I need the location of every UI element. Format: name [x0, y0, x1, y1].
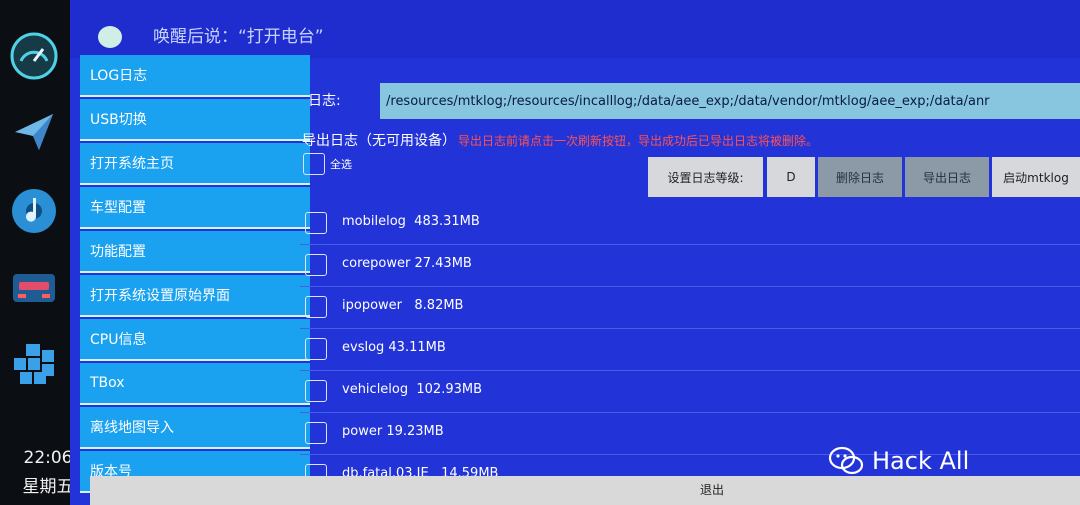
sidebar-item-offline-map[interactable]: 离线地图导入	[80, 407, 310, 449]
export-warning: 导出日志前请点击一次刷新按钮，导出成功后已导出日志将被删除。	[458, 134, 819, 148]
select-all-label: 全选	[330, 158, 352, 171]
log-item-label: power 19.23MB	[342, 424, 444, 439]
log-checkbox[interactable]	[305, 422, 327, 444]
sidebar-item-vehicle-config[interactable]: 车型配置	[80, 187, 310, 229]
log-item-label: mobilelog 483.31MB	[342, 214, 480, 229]
list-item[interactable]: evslog 43.11MB	[300, 328, 1080, 371]
log-checkbox[interactable]	[305, 380, 327, 402]
log-checkbox[interactable]	[305, 212, 327, 234]
log-checkbox[interactable]	[305, 254, 327, 276]
sidebar-item-home[interactable]: 打开系统主页	[80, 143, 310, 185]
start-mtklog-button[interactable]: 启动mtklog	[992, 157, 1080, 197]
log-path-field[interactable]: /resources/mtklog;/resources/incalllog;/…	[380, 83, 1080, 119]
log-item-label: evslog 43.11MB	[342, 340, 446, 355]
speedometer-icon[interactable]	[8, 30, 60, 82]
exit-button[interactable]: 退出	[700, 481, 724, 498]
car-icon[interactable]	[8, 262, 60, 314]
voice-assistant-icon[interactable]	[98, 26, 122, 48]
apps-icon[interactable]	[8, 338, 60, 390]
system-dock: 22:06 星期五	[0, 0, 74, 505]
list-item[interactable]: ipopower 8.82MB	[300, 286, 1080, 329]
brand-watermark: Hack All	[828, 446, 969, 476]
log-panel: 日志: /resources/mtklog;/resources/incalll…	[300, 60, 1080, 505]
list-item[interactable]: corepower 27.43MB	[300, 244, 1080, 287]
brand-name: Hack All	[872, 447, 970, 475]
list-item[interactable]: vehiclelog 102.93MB	[300, 370, 1080, 413]
app-screen: 唤醒后说：“打开电台” LOG日志 USB切换 打开系统主页 车型配置 功能配置…	[70, 0, 1080, 505]
exit-bar[interactable]: 退出	[90, 476, 1080, 505]
select-all-checkbox[interactable]	[303, 153, 325, 175]
top-bar: 唤醒后说：“打开电台”	[70, 0, 1080, 58]
voice-hint: 唤醒后说：“打开电台”	[153, 27, 324, 47]
sidebar-item-log[interactable]: LOG日志	[80, 55, 310, 97]
log-label: 日志:	[308, 93, 341, 109]
sidebar-item-usb[interactable]: USB切换	[80, 99, 310, 141]
delete-log-button[interactable]: 删除日志	[818, 157, 902, 197]
wechat-icon	[828, 446, 864, 475]
sidebar-item-cpu[interactable]: CPU信息	[80, 319, 310, 361]
log-checkbox[interactable]	[305, 338, 327, 360]
sidebar-item-tbox[interactable]: TBox	[80, 363, 310, 405]
set-log-level-button[interactable]: 设置日志等级:	[648, 157, 763, 197]
navigation-icon[interactable]	[8, 105, 60, 157]
music-icon[interactable]	[8, 185, 60, 237]
export-title: 导出日志（无可用设备）	[302, 133, 456, 149]
log-item-label: vehiclelog 102.93MB	[342, 382, 483, 397]
log-level-value[interactable]: D	[767, 157, 815, 197]
list-item[interactable]: mobilelog 483.31MB	[300, 202, 1080, 245]
export-log-button[interactable]: 导出日志	[905, 157, 989, 197]
sidebar: LOG日志 USB切换 打开系统主页 车型配置 功能配置 打开系统设置原始界面 …	[80, 55, 310, 505]
log-item-label: ipopower 8.82MB	[342, 298, 464, 313]
log-checkbox[interactable]	[305, 296, 327, 318]
sidebar-item-feature-config[interactable]: 功能配置	[80, 231, 310, 273]
sidebar-item-system-settings[interactable]: 打开系统设置原始界面	[80, 275, 310, 317]
log-item-label: corepower 27.43MB	[342, 256, 472, 271]
